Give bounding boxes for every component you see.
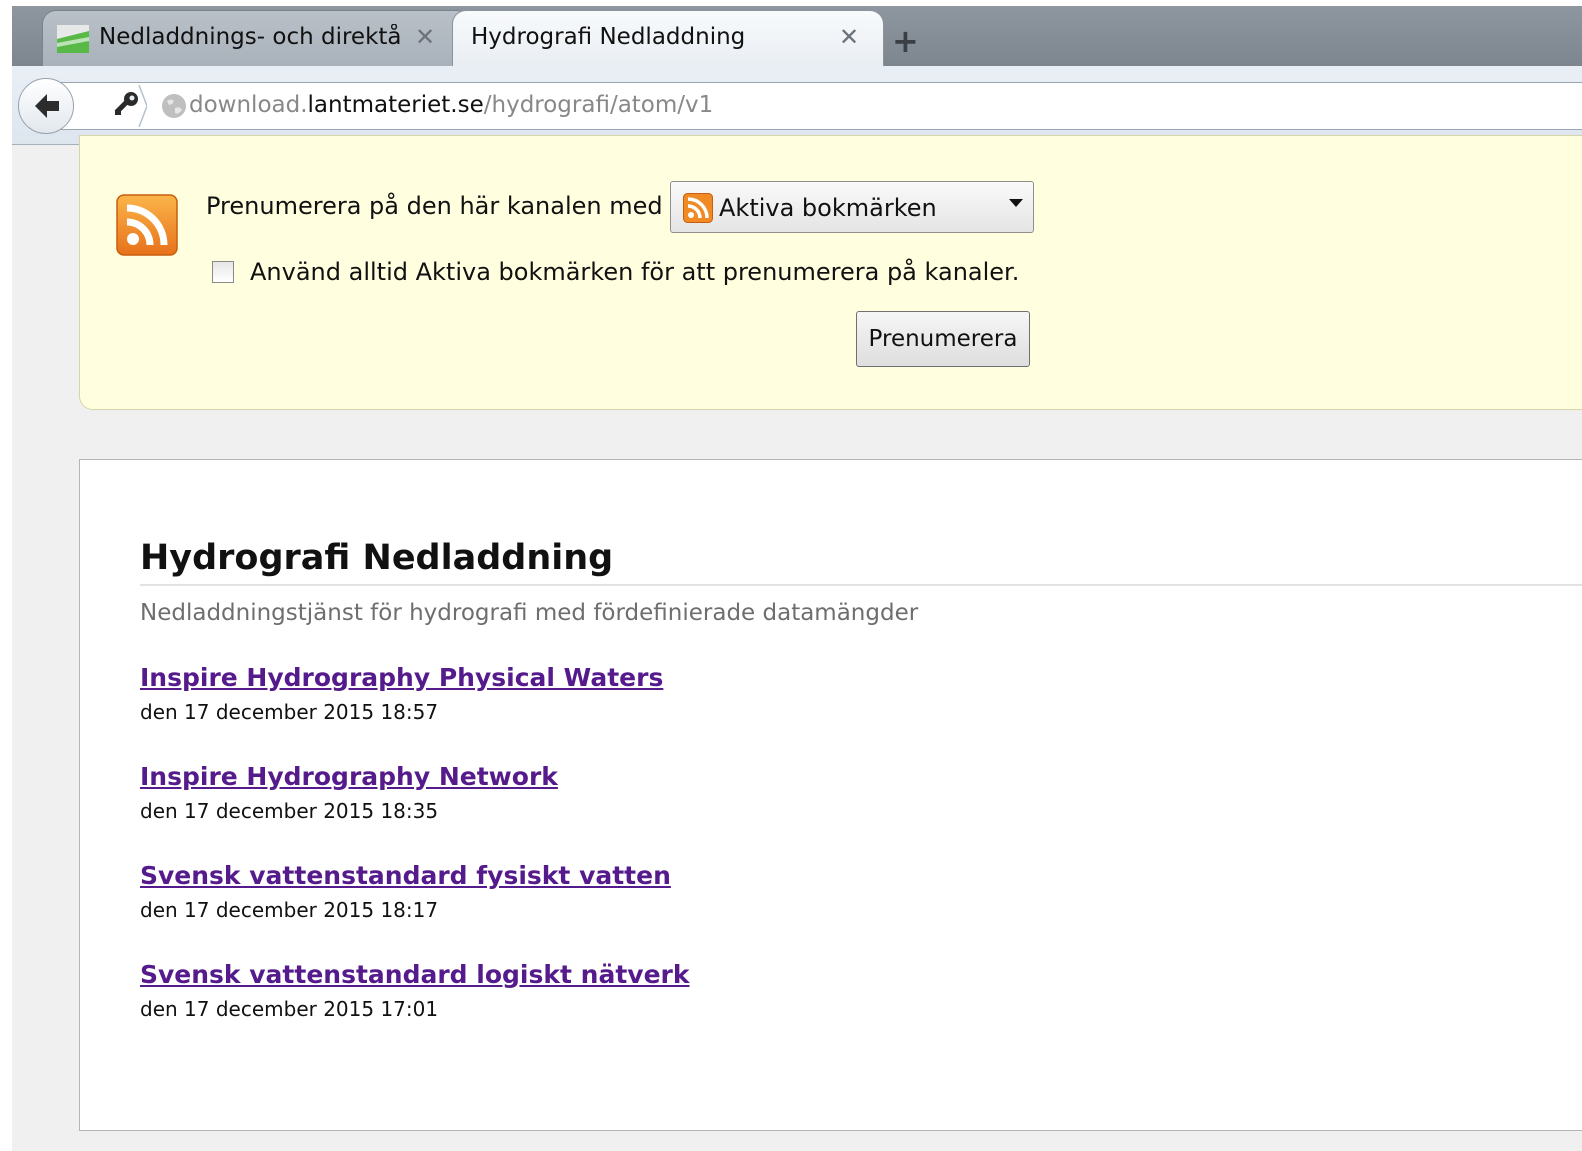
rss-feed-icon bbox=[116, 194, 178, 256]
page-content: Prenumerera på den här kanalen med Aktiv… bbox=[12, 135, 1582, 1151]
dropdown-arrow-icon bbox=[1009, 199, 1023, 207]
feed-reader-select[interactable]: Aktiva bokmärken bbox=[670, 181, 1034, 233]
site-identity-key-icon[interactable] bbox=[77, 83, 147, 129]
entry-date: den 17 december 2015 17:01 bbox=[140, 997, 439, 1021]
tab-nedladdnings[interactable]: Nedladdnings- och direktå... ✕ bbox=[42, 10, 470, 66]
feed-title: Hydrografi Nedladdning bbox=[140, 538, 614, 578]
globe-icon bbox=[162, 94, 186, 118]
select-value: Aktiva bokmärken bbox=[719, 194, 937, 222]
entry-link[interactable]: Svensk vattenstandard fysiskt vatten bbox=[140, 861, 671, 890]
always-use-checkbox[interactable] bbox=[212, 261, 234, 283]
entry-link[interactable]: Svensk vattenstandard logiskt nätverk bbox=[140, 960, 689, 989]
title-divider bbox=[140, 584, 1582, 586]
subscribe-button[interactable]: Prenumerera bbox=[856, 311, 1030, 367]
back-button[interactable] bbox=[18, 78, 74, 134]
tab-hydrografi[interactable]: Hydrografi Nedladdning ✕ bbox=[452, 10, 884, 66]
feed-body: Hydrografi Nedladdning Nedladdningstjäns… bbox=[79, 459, 1582, 1131]
navigation-bar: download.lantmateriet.se/hydrografi/atom… bbox=[12, 66, 1582, 145]
url-bar[interactable]: download.lantmateriet.se/hydrografi/atom… bbox=[52, 82, 1582, 130]
tab-label: Hydrografi Nedladdning bbox=[471, 24, 746, 50]
entry-link[interactable]: Inspire Hydrography Physical Waters bbox=[140, 663, 663, 692]
entry-link[interactable]: Inspire Hydrography Network bbox=[140, 762, 558, 791]
browser-window: Nedladdnings- och direktå... ✕ Hydrograf… bbox=[12, 0, 1582, 1151]
feed-entry: Svensk vattenstandard fysiskt vatten den… bbox=[140, 861, 671, 922]
subscribe-prompt: Prenumerera på den här kanalen med bbox=[206, 192, 663, 220]
rss-small-icon bbox=[683, 193, 713, 223]
tab-close-icon[interactable]: ✕ bbox=[415, 23, 435, 51]
lantmateriet-favicon-icon bbox=[57, 25, 89, 53]
entry-date: den 17 december 2015 18:17 bbox=[140, 898, 439, 922]
new-tab-plus-icon[interactable]: + bbox=[892, 22, 919, 60]
url-text: download.lantmateriet.se/hydrografi/atom… bbox=[189, 92, 714, 118]
back-arrow-icon bbox=[35, 94, 59, 118]
entry-date: den 17 december 2015 18:57 bbox=[140, 700, 439, 724]
feed-entry: Svensk vattenstandard logiskt nätverk de… bbox=[140, 960, 689, 1021]
feed-entry: Inspire Hydrography Network den 17 decem… bbox=[140, 762, 558, 823]
entry-date: den 17 december 2015 18:35 bbox=[140, 799, 439, 823]
tab-label: Nedladdnings- och direktå... bbox=[99, 24, 403, 50]
tab-close-icon[interactable]: ✕ bbox=[839, 23, 859, 51]
tab-bar: Nedladdnings- och direktå... ✕ Hydrograf… bbox=[12, 6, 1582, 66]
feed-subscribe-box: Prenumerera på den här kanalen med Aktiv… bbox=[79, 135, 1582, 410]
feed-subtitle: Nedladdningstjänst för hydrografi med fö… bbox=[140, 600, 919, 626]
always-use-label[interactable]: Använd alltid Aktiva bokmärken för att p… bbox=[250, 258, 1019, 286]
feed-entry: Inspire Hydrography Physical Waters den … bbox=[140, 663, 663, 724]
